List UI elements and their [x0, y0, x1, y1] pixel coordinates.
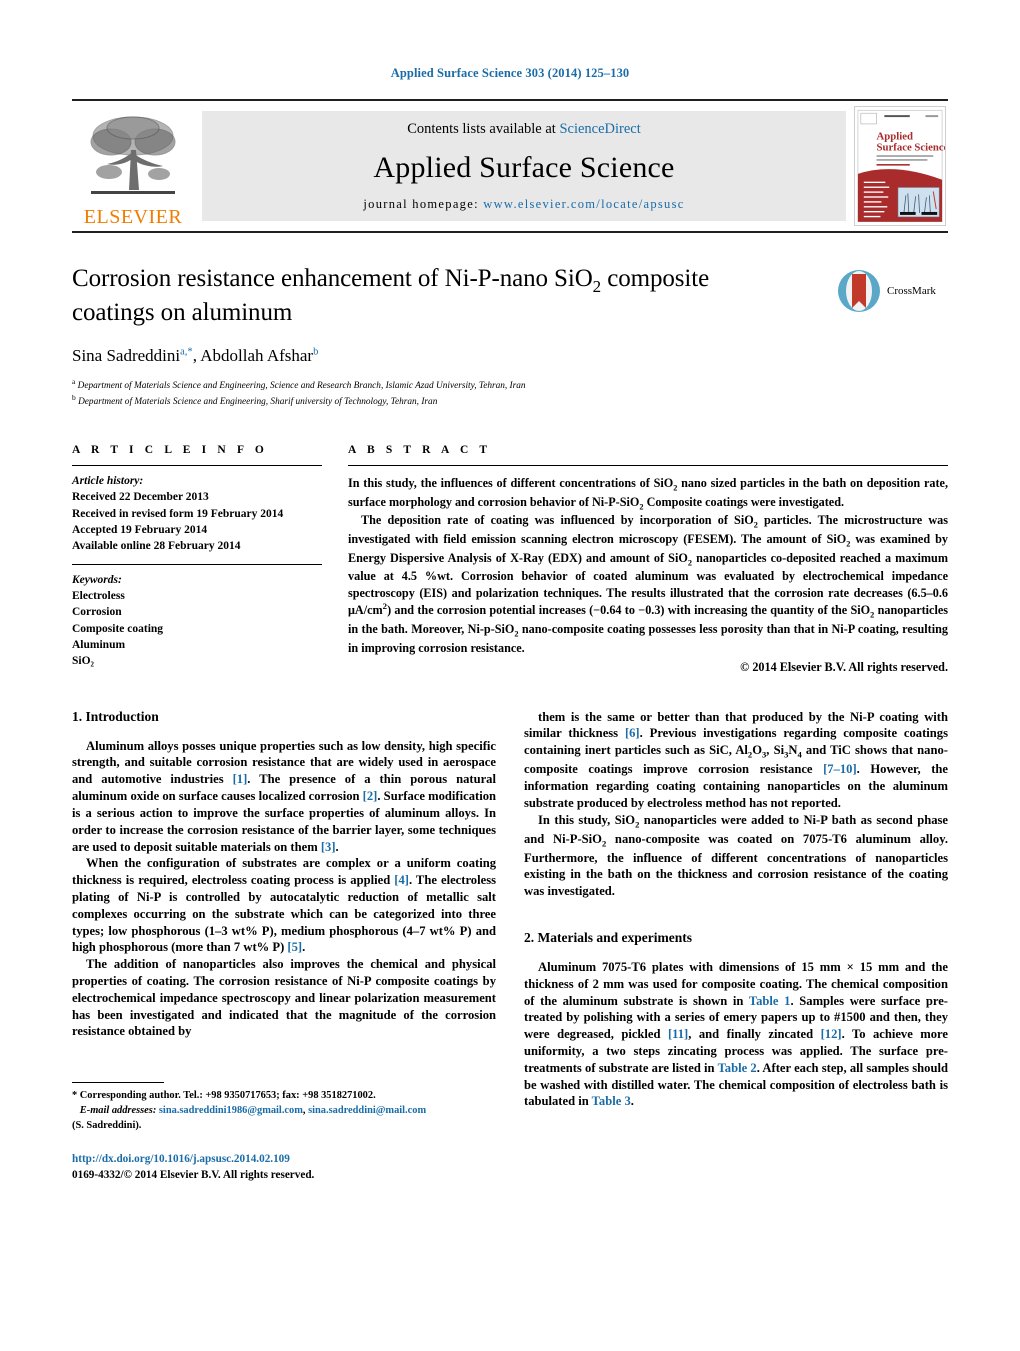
affiliation-a-text: Department of Materials Science and Engi…: [77, 381, 526, 391]
history-online: Available online 28 February 2014: [72, 540, 241, 553]
email-label: E-mail addresses:: [79, 1105, 157, 1117]
footnote-rule: [72, 1082, 164, 1084]
author-2-marks: b: [313, 346, 319, 358]
intro-paragraph-3: The addition of nanoparticles also impro…: [72, 957, 496, 1039]
abstract-paragraph-1: In this study, the influences of differe…: [348, 476, 948, 512]
affiliation-b: b Department of Materials Science and En…: [72, 393, 818, 410]
history-accepted: Accepted 19 February 2014: [72, 524, 208, 537]
author-list: Sina Sadreddinia,*, Abdollah Afsharb: [72, 345, 319, 365]
page-title: Corrosion resistance enhancement of Ni-P…: [72, 263, 818, 329]
issn-copyright-line: 0169-4332/© 2014 Elsevier B.V. All right…: [72, 1168, 315, 1181]
author-2-name[interactable]: Abdollah Afshar: [200, 346, 313, 365]
journal-cover-thumbnail: Applied Surface Science: [854, 106, 946, 226]
crossmark-badge[interactable]: CrossMark: [836, 265, 948, 317]
crossmark-label: CrossMark: [887, 285, 936, 297]
journal-homepage-line: journal homepage: www.elsevier.com/locat…: [363, 197, 684, 212]
history-revised: Received in revised form 19 February 201…: [72, 507, 284, 520]
keyword-item: SiO₂: [72, 655, 94, 668]
affiliation-a-mark: a: [72, 376, 76, 386]
body-column-right: them is the same or better than that pro…: [524, 709, 948, 1183]
email-link-1[interactable]: sina.sadreddini1986@gmail.com: [159, 1105, 303, 1116]
contents-prefix: Contents lists available at: [407, 121, 560, 137]
intro-paragraph-5: In this study, SiO2 nanoparticles were a…: [524, 812, 948, 899]
affiliation-a: a Department of Materials Science and En…: [72, 377, 818, 394]
body-columns: 1. Introduction Aluminum alloys posses u…: [72, 709, 948, 1183]
elsevier-wordmark: ELSEVIER: [83, 206, 183, 228]
article-info-heading: A R T I C L E I N F O: [72, 444, 268, 457]
body-column-left: 1. Introduction Aluminum alloys posses u…: [72, 709, 496, 1183]
intro-paragraph-2: When the configuration of substrates are…: [72, 856, 496, 955]
email-note: E-mail addresses: sina.sadreddini1986@gm…: [79, 1105, 427, 1117]
intro-paragraph-4: them is the same or better than that pro…: [524, 709, 949, 810]
keyword-item: Composite coating: [72, 622, 164, 635]
history-received: Received 22 December 2013: [72, 491, 209, 504]
abstract-heading: A B S T R A C T: [348, 444, 492, 457]
materials-paragraph-1: Aluminum 7075-T6 plates with dimensions …: [524, 959, 948, 1109]
elsevier-logo: ELSEVIER: [72, 101, 194, 231]
elsevier-tree-icon: [90, 116, 176, 194]
title-subscript: 2: [592, 277, 602, 296]
homepage-prefix: journal homepage:: [363, 197, 484, 211]
title-part-2: composite: [601, 265, 710, 292]
abstract-copyright: © 2014 Elsevier B.V. All rights reserved…: [740, 660, 948, 675]
section-heading-introduction: 1. Introduction: [72, 708, 159, 724]
keywords-label: Keywords:: [72, 573, 122, 586]
keyword-item: Corrosion: [72, 606, 122, 619]
running-head: Applied Surface Science 303 (2014) 125–1…: [390, 66, 630, 80]
affiliation-list: a Department of Materials Science and En…: [72, 377, 818, 410]
journal-masthead: ELSEVIER Contents lists available at Sci…: [72, 99, 948, 233]
author-1-name[interactable]: Sina Sadreddini: [72, 346, 180, 365]
masthead-center-panel: Contents lists available at ScienceDirec…: [202, 111, 846, 221]
svg-text:Surface Science: Surface Science: [877, 141, 946, 153]
doi-link[interactable]: http://dx.doi.org/10.1016/j.apsusc.2014.…: [72, 1151, 496, 1167]
affiliation-b-text: Department of Materials Science and Engi…: [78, 397, 438, 408]
homepage-url-link[interactable]: www.elsevier.com/locate/apsusc: [483, 197, 684, 211]
keywords-group: Keywords: Electroless Corrosion Composit…: [72, 565, 322, 679]
affiliation-b-mark: b: [72, 393, 76, 403]
journal-title: Applied Surface Science: [373, 150, 675, 184]
info-abstract-row: A R T I C L E I N F O Article history: R…: [72, 444, 948, 679]
sciencedirect-link[interactable]: ScienceDirect: [559, 121, 640, 137]
paper-page: Applied Surface Science 303 (2014) 125–1…: [0, 0, 1020, 1351]
intro-paragraph-1: Aluminum alloys posses unique properties…: [72, 738, 496, 854]
article-history-group: Article history: Received 22 December 20…: [72, 466, 322, 564]
article-info-column: A R T I C L E I N F O Article history: R…: [72, 444, 322, 679]
title-block: Corrosion resistance enhancement of Ni-P…: [72, 263, 948, 410]
abstract-body: In this study, the influences of differe…: [348, 466, 948, 656]
email-link-2[interactable]: sina.sadreddini@mail.com: [308, 1105, 426, 1116]
author-1-marks: a,*: [180, 346, 193, 358]
footnote-block: * Corresponding author. Tel.: +98 935071…: [72, 1082, 496, 1183]
keyword-item: Aluminum: [72, 638, 126, 651]
abstract-column: A B S T R A C T In this study, the influ…: [348, 444, 948, 679]
keyword-item: Electroless: [72, 590, 125, 602]
title-part-1: Corrosion resistance enhancement of Ni-P…: [72, 265, 593, 292]
doi-block: http://dx.doi.org/10.1016/j.apsusc.2014.…: [72, 1151, 496, 1183]
crossmark-icon: [838, 270, 880, 312]
section-heading-materials: 2. Materials and experiments: [524, 929, 692, 945]
article-history-label: Article history:: [72, 475, 144, 488]
email-owner: (S. Sadreddini).: [72, 1119, 142, 1131]
abstract-paragraph-2: The deposition rate of coating was influ…: [348, 513, 949, 655]
contents-available-line: Contents lists available at ScienceDirec…: [407, 121, 641, 138]
title-line-2: coatings on aluminum: [72, 299, 293, 327]
corresponding-author-note: * Corresponding author. Tel.: +98 935071…: [72, 1090, 376, 1102]
journal-cover-image: Applied Surface Science: [854, 106, 946, 226]
